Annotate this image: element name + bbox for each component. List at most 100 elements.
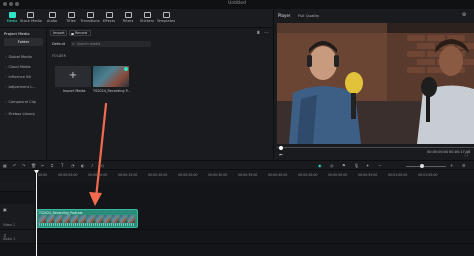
- ruler-tick: 00:00: [38, 173, 48, 177]
- titles-icon: [67, 12, 75, 18]
- toolbar-titles-tab[interactable]: Titles: [61, 10, 81, 27]
- sidebar-item-adjustment-layer[interactable]: Adjustment L...: [5, 85, 35, 89]
- import-media-label: Import Media: [63, 89, 86, 93]
- color-icon[interactable]: ◐: [81, 163, 85, 168]
- ruler-tick: 00:00:10:00: [88, 173, 108, 177]
- toolbar-media-tab[interactable]: Media: [2, 10, 22, 27]
- timeline-zoom-slider[interactable]: [406, 164, 446, 168]
- sidebar-folder-button[interactable]: Folder: [4, 38, 43, 46]
- speed-icon[interactable]: ◔: [71, 163, 75, 168]
- music-note-icon: [48, 12, 56, 18]
- previous-frame-icon[interactable]: ⏮: [279, 152, 283, 157]
- sidebar-item-cloud-media[interactable]: Cloud Media: [5, 65, 30, 69]
- ruler-tick: 00:01:05:00: [418, 173, 438, 177]
- toolbar-label: Effects: [102, 19, 116, 23]
- import-media-card[interactable]: +: [55, 66, 91, 87]
- marker-icon[interactable]: ⚑: [342, 163, 346, 168]
- audio-icon[interactable]: ♪: [91, 163, 94, 168]
- record-dropdown[interactable]: Record: [69, 30, 91, 36]
- zoom-in-icon[interactable]: +: [450, 163, 453, 168]
- playback-scrubber[interactable]: [277, 146, 474, 150]
- video-preview: [277, 23, 474, 144]
- track-header-video: ▣ Video 1: [0, 204, 34, 230]
- filter-icon[interactable]: ⩩: [257, 30, 260, 36]
- timeline-toolbar: ▦ ↶ ↷ 🗑 ✂ ⌗ T ◔ ◐ ♪ ◇ ◉ ◎ ⚑ 🎙 ✦ − + ⚙: [0, 160, 474, 170]
- scrubber-handle[interactable]: [279, 146, 283, 150]
- video-track-icon[interactable]: ▣: [3, 207, 7, 212]
- transitions-icon: [86, 12, 94, 18]
- templates-icon: [162, 12, 170, 18]
- layout-icon[interactable]: ▦: [3, 163, 7, 168]
- more-options-icon[interactable]: ⋯: [264, 30, 269, 36]
- snapshot-icon[interactable]: ◎: [330, 163, 334, 168]
- sidebar-item-compound-clip[interactable]: Compound Clip: [5, 100, 35, 104]
- crop-icon[interactable]: ⌗: [51, 163, 53, 168]
- sidebar-item-firebox-library[interactable]: Firebox Library: [5, 112, 35, 116]
- sidebar-item-influence-kit[interactable]: Influence Kit: [5, 75, 30, 79]
- ruler-tick: 00:01:00:00: [388, 173, 408, 177]
- ruler-tick: 00:00:55:00: [358, 173, 378, 177]
- timeline-ruler[interactable]: 00:00 00:00:05:00 00:00:10:00 00:00:15:0…: [0, 170, 474, 182]
- toolbar-stock-media-tab[interactable]: Stock Media: [20, 10, 42, 27]
- title-bar: Untitled: [0, 0, 474, 9]
- toolbar-filters-tab[interactable]: Filters: [118, 10, 138, 27]
- media-clip-label: TS2024_Recording P...: [93, 89, 131, 93]
- delete-icon[interactable]: 🗑: [31, 163, 36, 168]
- media-sidebar: Project Media Folder Global Media Cloud …: [0, 28, 47, 160]
- timeline-video-clip[interactable]: TS2024_Recording_Podcast: [36, 209, 138, 228]
- clip-frames: [39, 215, 135, 223]
- sidebar-item-global-media[interactable]: Global Media: [5, 55, 31, 59]
- player-settings-icon[interactable]: ⚙: [462, 12, 466, 18]
- media-clip-thumbnail[interactable]: [93, 66, 129, 87]
- folder-section-label: FOLDER: [52, 54, 67, 58]
- ai-tools-icon[interactable]: ✦: [366, 163, 369, 168]
- toolbar-label: Media: [6, 19, 18, 23]
- voiceover-icon[interactable]: 🎙: [354, 163, 359, 168]
- ruler-tick: 00:00:15:00: [118, 173, 138, 177]
- quality-dropdown[interactable]: Full Quality: [298, 13, 319, 18]
- window-title: Untitled: [228, 1, 246, 6]
- playhead-line[interactable]: [36, 172, 37, 256]
- keyframe-icon[interactable]: ◇: [101, 163, 104, 168]
- split-icon[interactable]: ✂: [41, 163, 44, 168]
- ruler-tick: 00:00:35:00: [238, 173, 258, 177]
- stickers-icon: [143, 12, 151, 18]
- fullscreen-icon[interactable]: ⛶: [465, 152, 468, 157]
- toolbar-stickers-tab[interactable]: Stickers: [137, 10, 157, 27]
- track-header-audio: ♫ Audio 1: [0, 230, 34, 244]
- player-tab[interactable]: Player: [278, 13, 290, 18]
- default-view-dropdown[interactable]: Default: [52, 42, 65, 46]
- zoom-slider-handle[interactable]: [420, 164, 424, 168]
- toolbar-label: Transitions: [80, 19, 100, 23]
- audio-track-lane[interactable]: [34, 230, 474, 244]
- sidebar-header[interactable]: Project Media: [4, 31, 30, 36]
- render-icon[interactable]: ◉: [318, 163, 322, 168]
- zoom-out-icon[interactable]: −: [378, 163, 381, 168]
- toolbar-label: Stickers: [139, 19, 155, 23]
- podcast-scene-image: [277, 23, 474, 144]
- toolbar-label: Filters: [122, 19, 134, 23]
- toolbar-label: Audio: [46, 19, 58, 23]
- undo-icon[interactable]: ↶: [13, 163, 16, 168]
- current-timecode: 00:00:00:00: [427, 150, 449, 154]
- text-icon[interactable]: T: [61, 163, 63, 168]
- timeline-settings-icon[interactable]: ⚙: [462, 163, 466, 168]
- search-media-input[interactable]: Search media: [71, 41, 151, 47]
- player-controls: ⏮ 00:00:00:00 00:00:17:08 ⛶: [277, 146, 474, 158]
- import-dropdown[interactable]: Import: [50, 30, 67, 36]
- ruler-tick: 00:00:25:00: [178, 173, 198, 177]
- filters-icon: [124, 12, 132, 18]
- redo-icon[interactable]: ↷: [22, 163, 25, 168]
- toolbar-effects-tab[interactable]: Effects: [99, 10, 119, 27]
- clip-waveform: [39, 223, 135, 226]
- toolbar-audio-tab[interactable]: Audio: [42, 10, 62, 27]
- toolbar-templates-tab[interactable]: Templates: [156, 10, 176, 27]
- ruler-tick: 00:00:50:00: [328, 173, 348, 177]
- track-name: Audio 1: [3, 237, 16, 241]
- player-panel: Player Full Quality ⚙ ⏮ 00:00:00:00 00:0…: [273, 9, 474, 160]
- ruler-tick: 00:00:05:00: [58, 173, 78, 177]
- checkmark-icon: [124, 67, 128, 71]
- toolbar-transitions-tab[interactable]: Transitions: [80, 10, 100, 27]
- ruler-tick: 00:00:40:00: [268, 173, 288, 177]
- video-editor-window: Untitled Media Stock Media Audio Titles …: [0, 0, 474, 256]
